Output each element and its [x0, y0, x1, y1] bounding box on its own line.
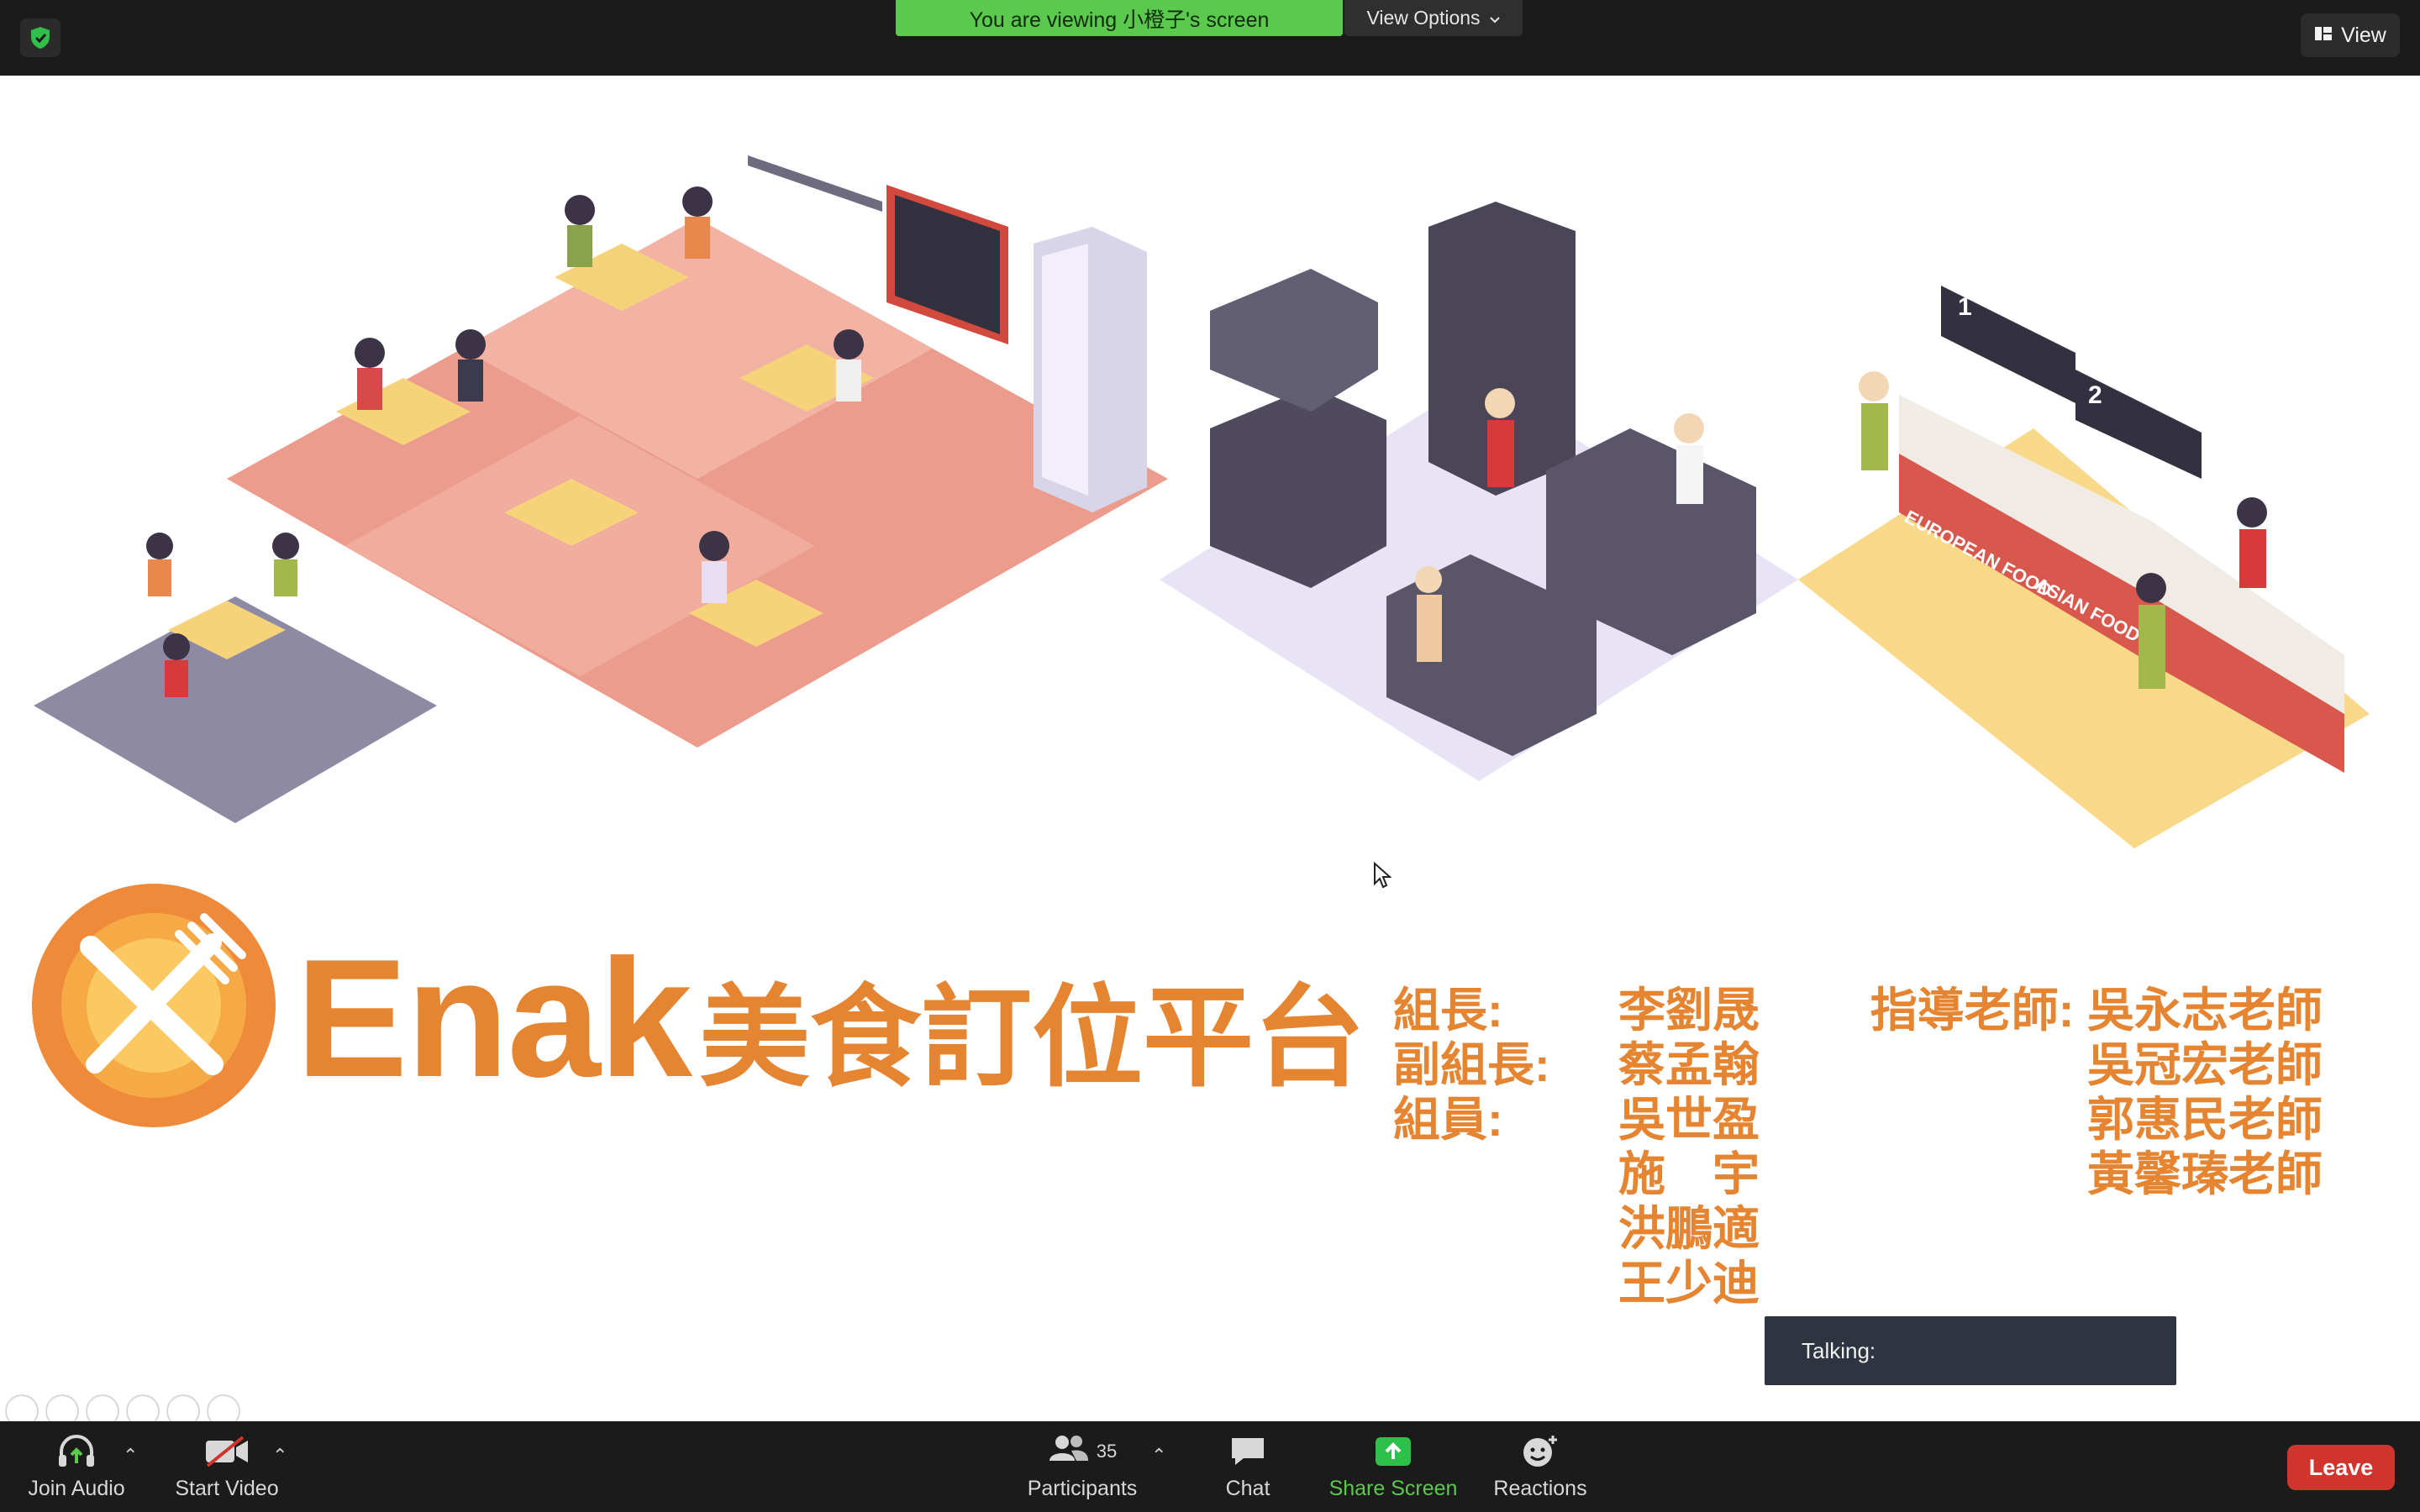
advisor-row: 郭惠民老師 [2087, 1093, 2323, 1146]
team-name: 王少迪 [1618, 1257, 1760, 1310]
advisor-row: 黃馨瑧老師 [2087, 1147, 2323, 1200]
view-label: View [2341, 23, 2386, 47]
participants-button[interactable]: 35 Participants [1023, 1421, 1141, 1512]
reactions-label: Reactions [1493, 1476, 1587, 1500]
reactions-icon [1521, 1433, 1560, 1470]
share-screen-icon [1374, 1433, 1413, 1470]
menu-board-1-label: 1 [1958, 293, 1972, 321]
join-audio-button[interactable]: Join Audio [24, 1421, 129, 1512]
view-options-label: View Options [1366, 7, 1481, 29]
view-button[interactable]: View [2301, 13, 2400, 57]
join-audio-label: Join Audio [28, 1476, 125, 1500]
participants-icon [1048, 1434, 1090, 1468]
advisor-row: 吳冠宏老師 [2087, 1038, 2323, 1091]
team-role: 組長: [1393, 984, 1503, 1037]
cursor-icon [1373, 861, 1392, 893]
team-name: 蔡孟翰 [1618, 1038, 1760, 1091]
chat-button[interactable]: Chat [1210, 1421, 1286, 1512]
menu-board-2-label: 2 [2088, 381, 2102, 409]
participants-icon-row: 35 [1048, 1433, 1117, 1470]
shared-screen-slide: 1 2 EUROPEAN FOOD ASIAN FOOD Enak 美食訂位平台… [0, 76, 2420, 1420]
leave-button[interactable]: Leave [2287, 1445, 2395, 1490]
reactions-button[interactable]: Reactions [1487, 1421, 1593, 1512]
team-role: 副組長: [1393, 1038, 1550, 1091]
chat-icon [1228, 1433, 1267, 1470]
team-role: 組員: [1393, 1093, 1503, 1146]
brand-title: Enak 美食訂位平台 [296, 922, 1365, 1116]
enak-logo [32, 884, 276, 1127]
start-video-label: Start Video [175, 1476, 279, 1500]
headphones-icon [56, 1433, 97, 1470]
share-screen-label: Share Screen [1328, 1476, 1458, 1500]
security-shield-icon[interactable] [20, 18, 60, 57]
meeting-toolbar: Join Audio ⌃ Start Video ⌃ 35 Participan… [0, 1421, 2420, 1512]
viewing-screen-banner: You are viewing 小橙子's screen [896, 0, 1343, 36]
meeting-top-bar: You are viewing 小橙子's screen View Option… [0, 0, 2420, 76]
team-name: 洪鵬適 [1618, 1202, 1760, 1255]
grid-view-icon [2314, 24, 2333, 48]
video-off-icon [204, 1433, 250, 1470]
restaurant-illustration: 1 2 EUROPEAN FOOD ASIAN FOOD [34, 155, 2370, 848]
participants-count: 35 [1096, 1440, 1118, 1462]
start-video-button[interactable]: Start Video [168, 1421, 286, 1512]
participants-options-caret[interactable]: ⌃ [1151, 1445, 1166, 1467]
video-options-caret[interactable]: ⌃ [272, 1445, 287, 1467]
team-name: 吳世盈 [1618, 1093, 1760, 1146]
chat-label: Chat [1225, 1476, 1270, 1500]
brand-name-zh: 美食訂位平台 [699, 976, 1365, 1100]
talking-indicator: Talking: [1765, 1316, 2176, 1385]
participants-label: Participants [1027, 1476, 1138, 1500]
share-screen-button[interactable]: Share Screen [1326, 1421, 1460, 1512]
audio-options-caret[interactable]: ⌃ [123, 1445, 138, 1467]
brand-name-en: Enak [296, 925, 692, 1112]
team-name: 施 宇 [1618, 1147, 1760, 1200]
advisors-list: 指導老師: 吳永志老師 吳冠宏老師 郭惠民老師 黃馨瑧老師 [1870, 983, 2323, 1201]
view-options-button[interactable]: View Options [1344, 0, 1523, 36]
team-name: 李劉晟 [1618, 984, 1760, 1037]
chevron-down-icon [1489, 7, 1501, 29]
advisor-row: 指導老師: 吳永志老師 [1870, 984, 2323, 1037]
